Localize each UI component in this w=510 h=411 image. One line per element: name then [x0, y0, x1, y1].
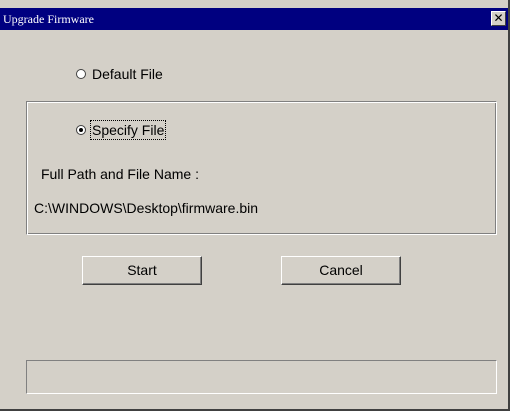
file-path-value: C:\WINDOWS\Desktop\firmware.bin: [34, 200, 259, 216]
specify-file-radio[interactable]: [76, 125, 86, 135]
cancel-button[interactable]: Cancel: [281, 256, 401, 285]
status-bar: [26, 360, 497, 394]
title-bar: Upgrade Firmware ✕: [0, 8, 508, 30]
full-path-label: Full Path and File Name :: [41, 166, 199, 182]
default-file-label: Default File: [92, 66, 163, 82]
radio-selected-dot: [79, 128, 83, 132]
close-button[interactable]: ✕: [491, 11, 506, 26]
upgrade-firmware-dialog: Upgrade Firmware ✕ Default File Specify …: [0, 0, 510, 411]
default-file-radio[interactable]: [76, 69, 86, 79]
specify-file-option[interactable]: Specify File: [76, 120, 167, 140]
window-title: Upgrade Firmware: [3, 12, 94, 26]
start-button[interactable]: Start: [82, 256, 202, 285]
close-icon: ✕: [493, 11, 504, 25]
specify-file-label: Specify File: [89, 120, 167, 140]
default-file-option[interactable]: Default File: [76, 66, 163, 82]
